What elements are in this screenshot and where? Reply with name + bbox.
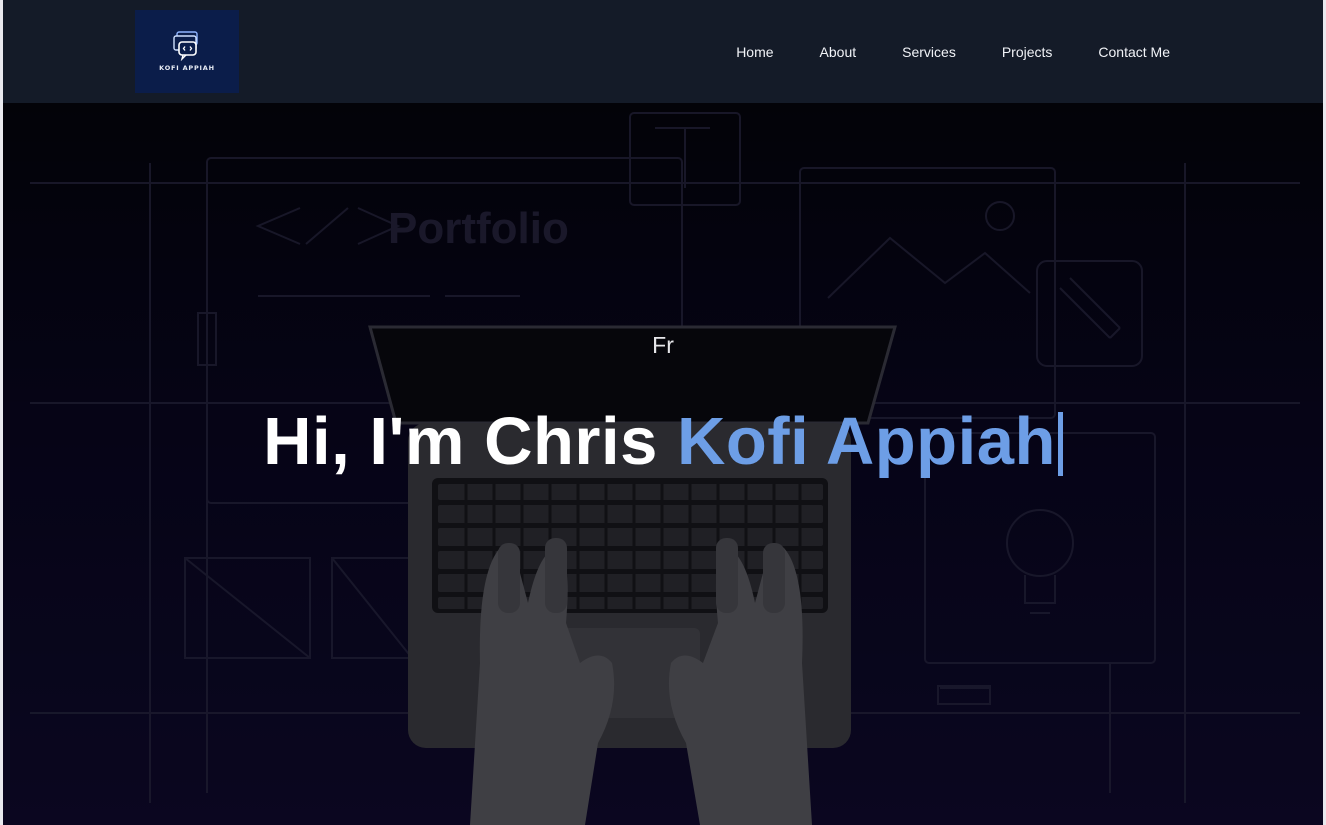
nav-contact-link[interactable]: Contact Me — [1098, 44, 1170, 60]
nav-home-link[interactable]: Home — [736, 44, 773, 60]
site-logo[interactable]: KOFI APPIAH — [135, 10, 239, 93]
nav-projects-link[interactable]: Projects — [1002, 44, 1053, 60]
logo-text: KOFI APPIAH — [159, 64, 215, 72]
hero-subtitle: Fr — [652, 332, 674, 358]
navbar: KOFI APPIAH Home About Services Projects… — [0, 0, 1326, 103]
typing-cursor — [1057, 412, 1063, 476]
hero-name-highlight: Kofi Appiah — [676, 404, 1056, 479]
nav-services-link[interactable]: Services — [902, 44, 956, 60]
hero-section: Portfolio Fr Hi, I'm Chris Kofi Appiah — [0, 103, 1326, 825]
hero-greeting: Hi, I'm Chris — [263, 404, 658, 479]
main-navigation: Home About Services Projects Contact Me — [690, 0, 1170, 103]
chat-code-icon — [173, 31, 198, 61]
window-border-left — [0, 0, 3, 825]
nav-about-link[interactable]: About — [820, 44, 857, 60]
hero-title: Hi, I'm Chris Kofi Appiah — [0, 403, 1326, 480]
